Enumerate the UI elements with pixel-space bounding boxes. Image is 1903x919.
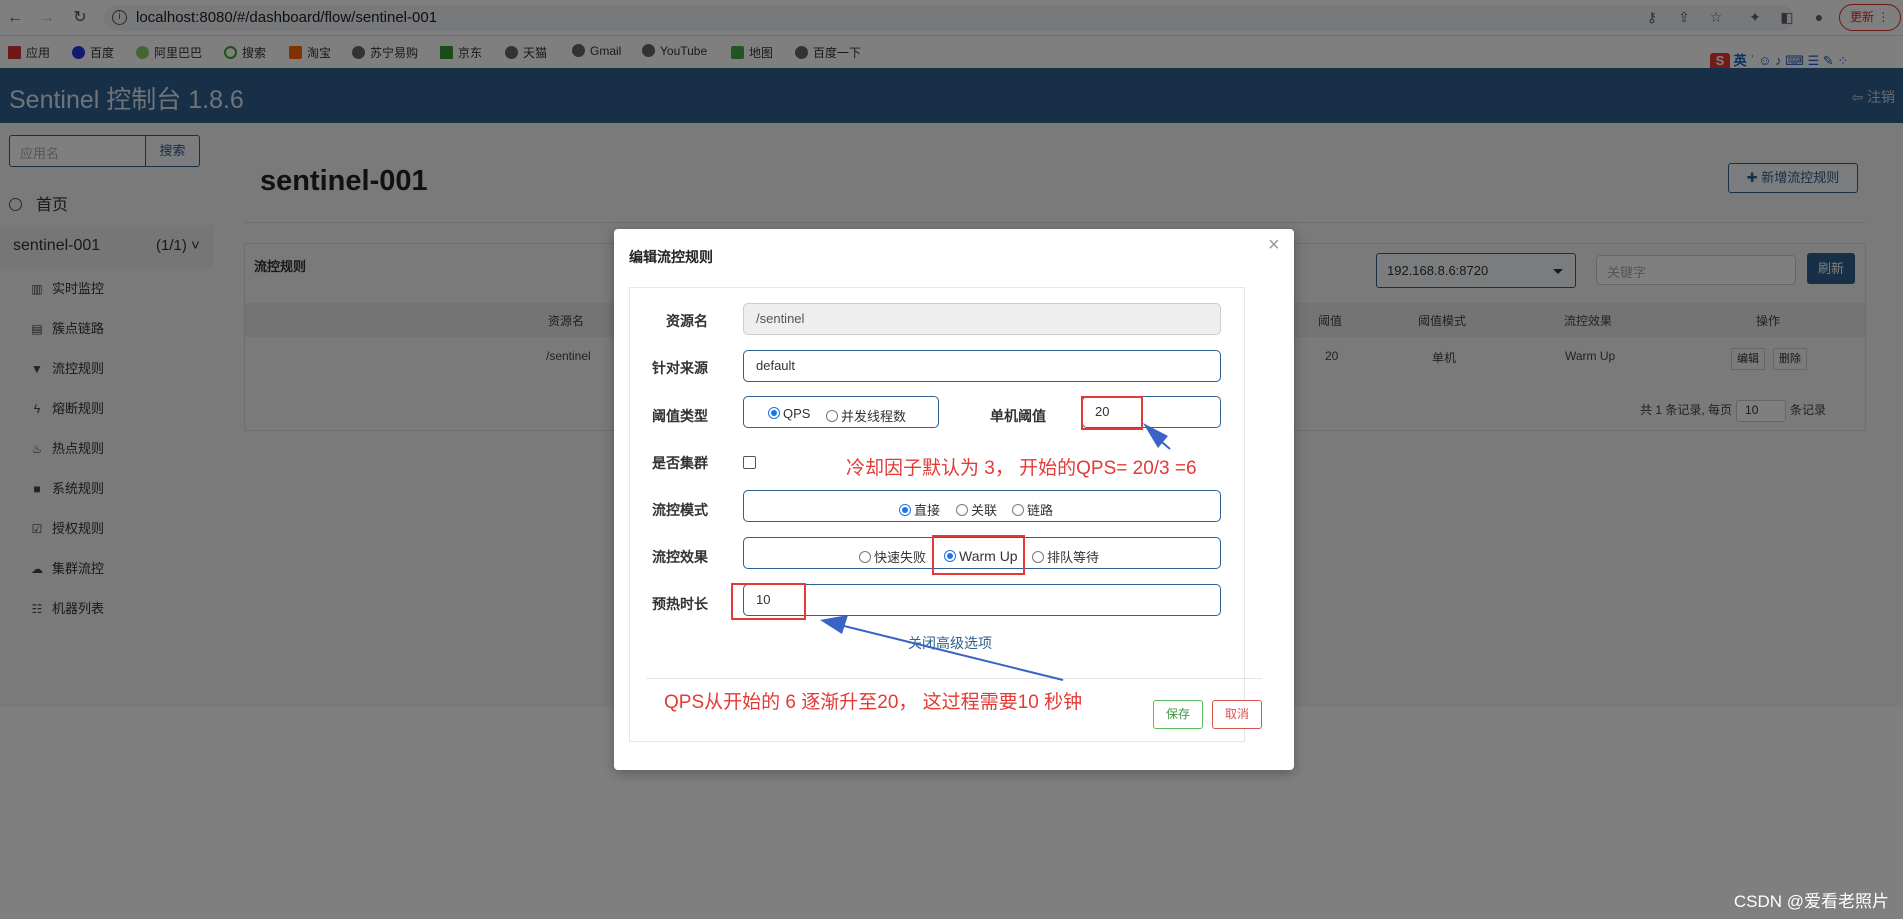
limit-app-label: 针对来源 <box>652 360 708 376</box>
radio-qps[interactable] <box>768 407 780 419</box>
behavior-queue-option[interactable]: 排队等待 <box>1032 547 1099 566</box>
behavior-fast-fail-option[interactable]: 快速失败 <box>859 547 926 566</box>
watermark: CSDN @爱看老照片 <box>1733 892 1889 911</box>
grade-label: 阈值类型 <box>652 408 708 424</box>
annotation-warmup-explain: QPS从开始的 6 逐渐升至20， 这过程需要10 秒钟 <box>664 692 1083 713</box>
save-button[interactable]: 保存 <box>1153 700 1203 729</box>
warmup-field[interactable]: 10 <box>743 584 1221 616</box>
grade-thread-option[interactable]: 并发线程数 <box>826 406 906 425</box>
radio-relate[interactable] <box>956 504 968 516</box>
form-divider <box>646 678 1262 679</box>
radio-queue[interactable] <box>1032 551 1044 563</box>
highlight-warmup-option <box>932 535 1025 575</box>
warmup-label: 预热时长 <box>652 596 708 612</box>
strategy-label: 流控模式 <box>652 502 708 518</box>
radio-fast-fail[interactable] <box>859 551 871 563</box>
behavior-label: 流控效果 <box>652 549 708 565</box>
radio-direct[interactable] <box>899 504 911 516</box>
grade-qps-option[interactable]: QPS <box>768 406 810 421</box>
dialog-title: 编辑流控规则 <box>629 249 713 265</box>
strategy-direct-option[interactable]: 直接 <box>899 500 940 519</box>
annotation-cold-factor: 冷却因子默认为 3， 开始的QPS= 20/3 =6 <box>846 458 1197 479</box>
resource-label: 资源名 <box>666 313 708 329</box>
strategy-chain-option[interactable]: 链路 <box>1012 500 1053 519</box>
limit-app-field[interactable]: default <box>743 350 1221 382</box>
resource-field: /sentinel <box>743 303 1221 335</box>
close-icon[interactable]: × <box>1268 234 1280 257</box>
advanced-toggle-link[interactable]: 关闭高级选项 <box>908 633 992 653</box>
count-label: 单机阈值 <box>990 408 1046 424</box>
radio-thread[interactable] <box>826 410 838 422</box>
cluster-label: 是否集群 <box>652 455 708 471</box>
highlight-warmup-field <box>731 583 806 620</box>
strategy-relate-option[interactable]: 关联 <box>956 500 997 519</box>
cancel-button[interactable]: 取消 <box>1212 700 1262 729</box>
cluster-checkbox[interactable] <box>743 456 756 469</box>
radio-chain[interactable] <box>1012 504 1024 516</box>
highlight-count <box>1081 396 1143 430</box>
